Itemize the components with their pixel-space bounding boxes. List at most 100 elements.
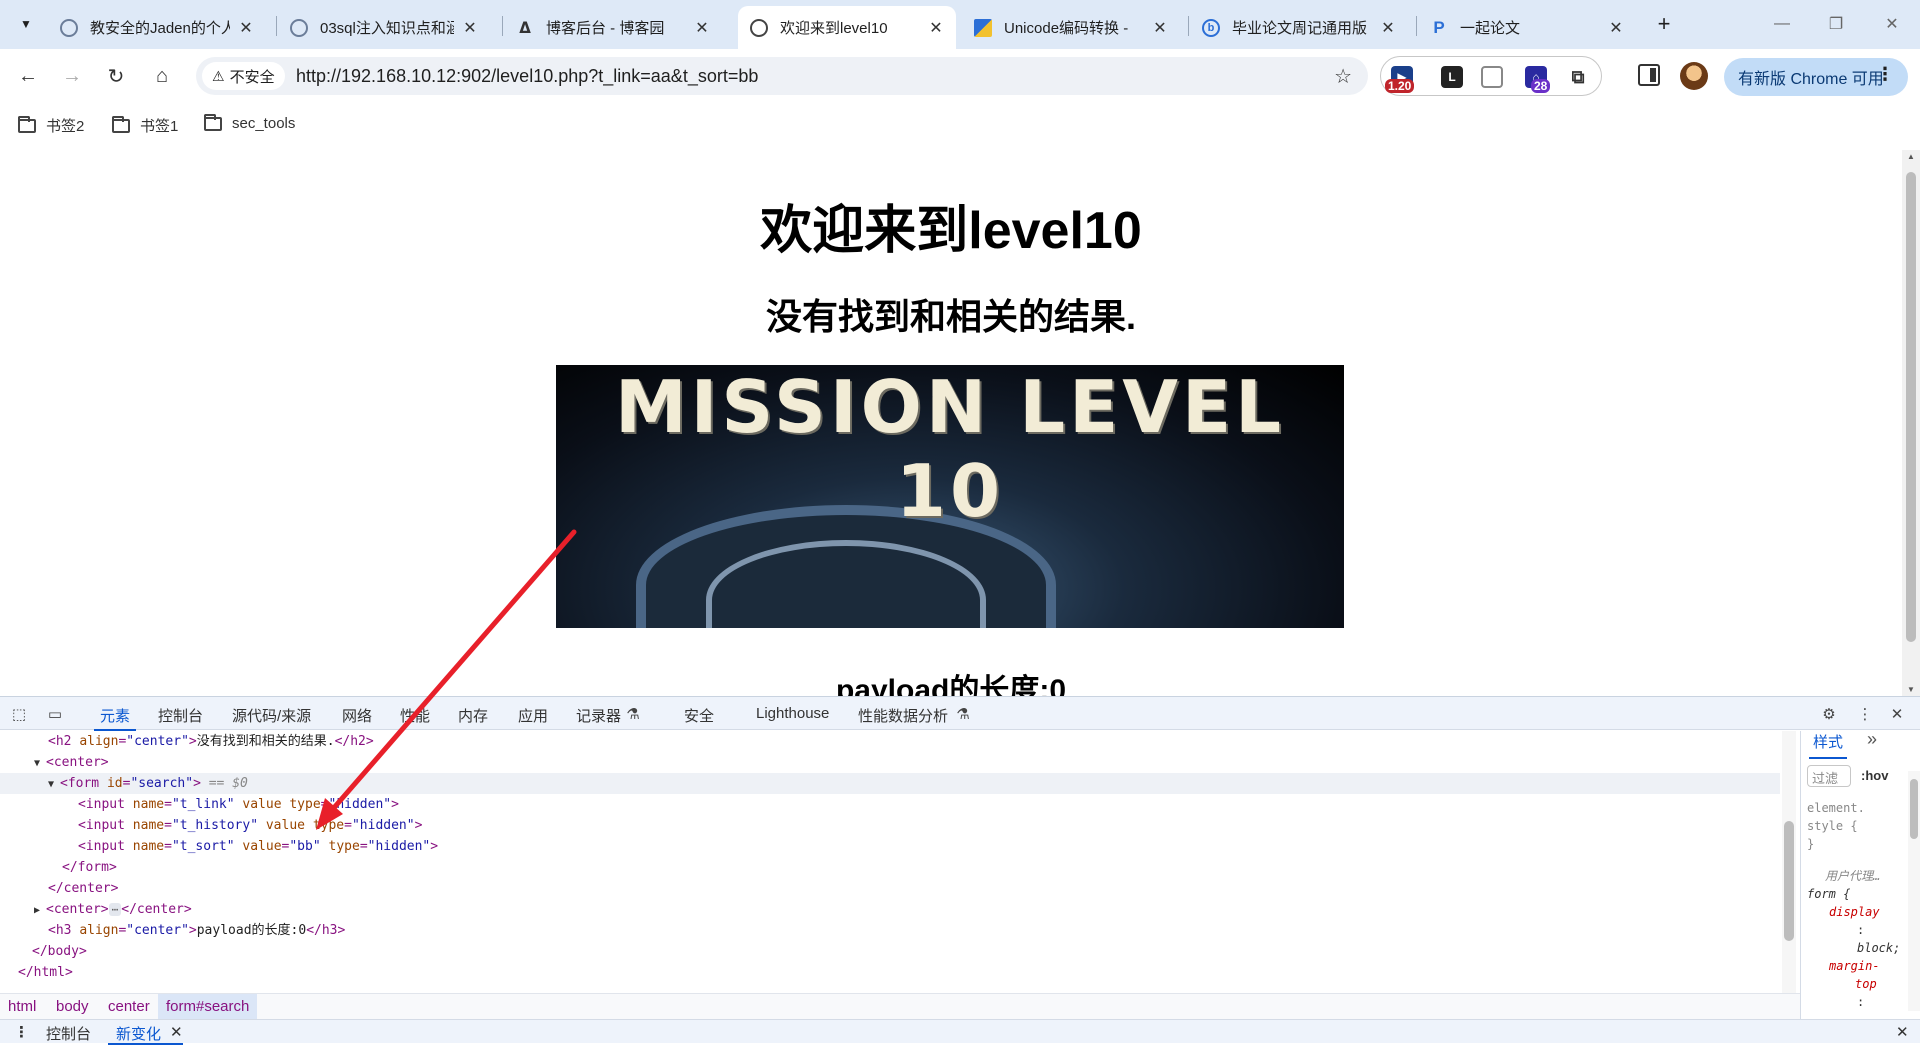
unicode-site-icon [974,18,992,37]
close-icon[interactable]: ✕ [1378,18,1398,38]
close-devtools-icon[interactable]: ✕ [1888,705,1906,723]
dom-line[interactable]: </center> [0,878,1780,899]
close-icon[interactable]: ✕ [1606,18,1626,38]
tab-thesis[interactable]: b 毕业论文周记通用版 ✕ [1190,6,1408,49]
breadcrumb-form[interactable]: form#search [158,994,258,1020]
tab-console[interactable]: 控制台 [158,705,203,726]
tab-search-icon[interactable]: ▼ [12,10,40,38]
scrollbar-thumb[interactable] [1910,779,1918,839]
dom-tree: ••• <h2 align="center">没有找到和相关的结果.</h2> … [0,731,1780,993]
minimize-icon[interactable]: — [1762,8,1802,40]
scrollbar-thumb[interactable] [1784,821,1794,941]
window-close-icon[interactable]: ✕ [1872,8,1912,40]
devtools-panel: ⬚ ▭ 元素 控制台 源代码/来源 网络 性能 内存 应用 记录器 ⚗ 安全 L… [0,696,1920,1045]
tab-network[interactable]: 网络 [342,705,372,726]
globe-icon [750,18,768,37]
tab-separator [1188,16,1189,36]
back-arrow-icon[interactable]: ← [14,62,42,90]
styles-pane: 样式 » 过滤 :hov element. style { } 用户代理… fo… [1800,729,1920,1019]
breadcrumb-html[interactable]: html [8,998,36,1015]
dom-line[interactable]: ▼ <center> [0,752,1780,773]
close-icon[interactable]: ✕ [170,1023,183,1041]
dom-line[interactable]: <h3 align="center">payload的长度:0</h3> [0,920,1780,941]
address-bar[interactable]: ⚠ 不安全 http://192.168.10.12:902/level10.p… [196,57,1368,95]
dom-line[interactable]: </body> [0,941,1780,962]
page-viewport: 欢迎来到level10 没有找到和相关的结果. MISSION LEVEL 10… [0,150,1902,696]
expand-triangle-icon: ▼ [34,758,41,769]
tab-security[interactable]: 安全 [684,705,714,726]
bing-icon: b [1202,18,1220,37]
home-icon[interactable]: ⌂ [148,62,176,90]
document-icon[interactable] [1481,66,1503,88]
tab-application[interactable]: 应用 [518,705,548,726]
dom-line-selected[interactable]: ▼ <form id="search"> == $0 [0,773,1780,794]
new-tab-plus-icon[interactable]: + [1652,11,1676,36]
inspect-element-icon[interactable]: ⬚ [10,705,28,723]
tab-cnblogs[interactable]: ᐃ 博客后台 - 博客园 ✕ [504,6,722,49]
styles-scrollbar[interactable] [1908,771,1920,1011]
more-tabs-icon[interactable]: » [1867,729,1877,750]
scroll-up-icon[interactable]: ▲ [1907,152,1915,161]
dom-line[interactable]: </html> [0,962,1780,983]
dom-line[interactable]: </form> [0,857,1780,878]
tab-sources[interactable]: 源代码/来源 [232,705,311,726]
flask-icon: ⚗ [956,706,970,723]
close-drawer-icon[interactable]: ✕ [1896,1023,1909,1041]
drawer-menu-icon[interactable]: ⋮ [14,1023,29,1041]
tab-unicode[interactable]: Unicode编码转换 - ✕ [962,6,1180,49]
dom-line[interactable]: <input name="t_sort" value="bb" type="hi… [0,836,1780,857]
tab-level10[interactable]: 欢迎来到level10 ✕ [738,6,956,49]
breadcrumb-body[interactable]: body [56,998,89,1015]
security-chip[interactable]: ⚠ 不安全 [202,62,285,90]
breadcrumb-center[interactable]: center [108,998,150,1015]
close-icon[interactable]: ✕ [460,18,480,38]
close-icon[interactable]: ✕ [236,18,256,38]
menu-dots-icon[interactable]: ⋮ [1876,64,1894,85]
hov-toggle[interactable]: :hov [1861,768,1888,783]
dom-line[interactable]: ▶ <center> ⋯ </center> [0,899,1780,920]
bookmark-folder[interactable]: 书签2 [18,115,84,136]
dom-scrollbar[interactable] [1782,731,1796,993]
tab-recorder[interactable]: 记录器 [576,705,621,726]
forward-arrow-icon[interactable]: → [58,62,86,90]
scroll-down-icon[interactable]: ▼ [1907,685,1915,694]
drawer-tab-changes[interactable]: 新变化 [107,1023,184,1045]
reload-icon[interactable]: ↻ [102,62,130,90]
close-icon[interactable]: ✕ [692,18,712,38]
maximize-icon[interactable]: ❐ [1816,8,1856,40]
bookmark-star-icon[interactable]: ☆ [1334,64,1352,89]
tab-yiqi[interactable]: P 一起论文 ✕ [1418,6,1636,49]
more-options-icon[interactable]: ⋮ [1856,705,1874,723]
close-icon[interactable]: ✕ [1150,18,1170,38]
bookmark-folder[interactable]: 书签1 [112,115,178,136]
dom-line[interactable]: <h2 align="center">没有找到和相关的结果.</h2> [0,731,1780,752]
styles-filter-input[interactable]: 过滤 [1807,765,1851,787]
ua-form-rule: 用户代理… form { display : block; margin- to… [1807,869,1901,1009]
expand-triangle-icon: ▼ [48,779,55,790]
gear-icon[interactable]: ⚙ [1820,705,1838,723]
scrollbar-thumb[interactable] [1906,172,1916,642]
tab-performance-insights[interactable]: 性能数据分析 [858,705,948,726]
update-chrome-button[interactable]: 有新版 Chrome 可用 ⋮ [1724,58,1908,96]
tab-sql[interactable]: 03sql注入知识点和涵 ✕ [278,6,490,49]
url-text[interactable]: http://192.168.10.12:902/level10.php?t_l… [296,66,758,87]
tab-styles[interactable]: 样式 [1808,731,1848,759]
dom-line[interactable]: <input name="t_history" value type="hidd… [0,815,1780,836]
dom-line[interactable]: <input name="t_link" value type="hidden"… [0,794,1780,815]
collapse-triangle-icon: ▶ [34,905,41,916]
tab-lighthouse[interactable]: Lighthouse [756,705,829,722]
drawer-tab-console[interactable]: 控制台 [46,1023,91,1044]
close-icon[interactable]: ✕ [926,18,946,38]
device-toolbar-icon[interactable]: ▭ [46,705,64,723]
puzzle-icon[interactable]: ⧉ [1567,66,1589,88]
page-scrollbar[interactable]: ▲ ▼ [1902,150,1920,696]
side-panel-icon[interactable] [1638,64,1660,86]
bookmark-folder[interactable]: sec_tools [204,113,295,132]
extension-icon-2[interactable]: L [1441,66,1463,88]
avatar[interactable] [1680,62,1708,90]
tab-performance[interactable]: 性能 [400,705,430,726]
payload-length-heading: payload的长度:0 [835,674,1067,696]
tab-jaden[interactable]: 教安全的Jaden的个人 ✕ [48,6,266,49]
tab-memory[interactable]: 内存 [458,705,488,726]
tab-elements[interactable]: 元素 [93,705,137,731]
